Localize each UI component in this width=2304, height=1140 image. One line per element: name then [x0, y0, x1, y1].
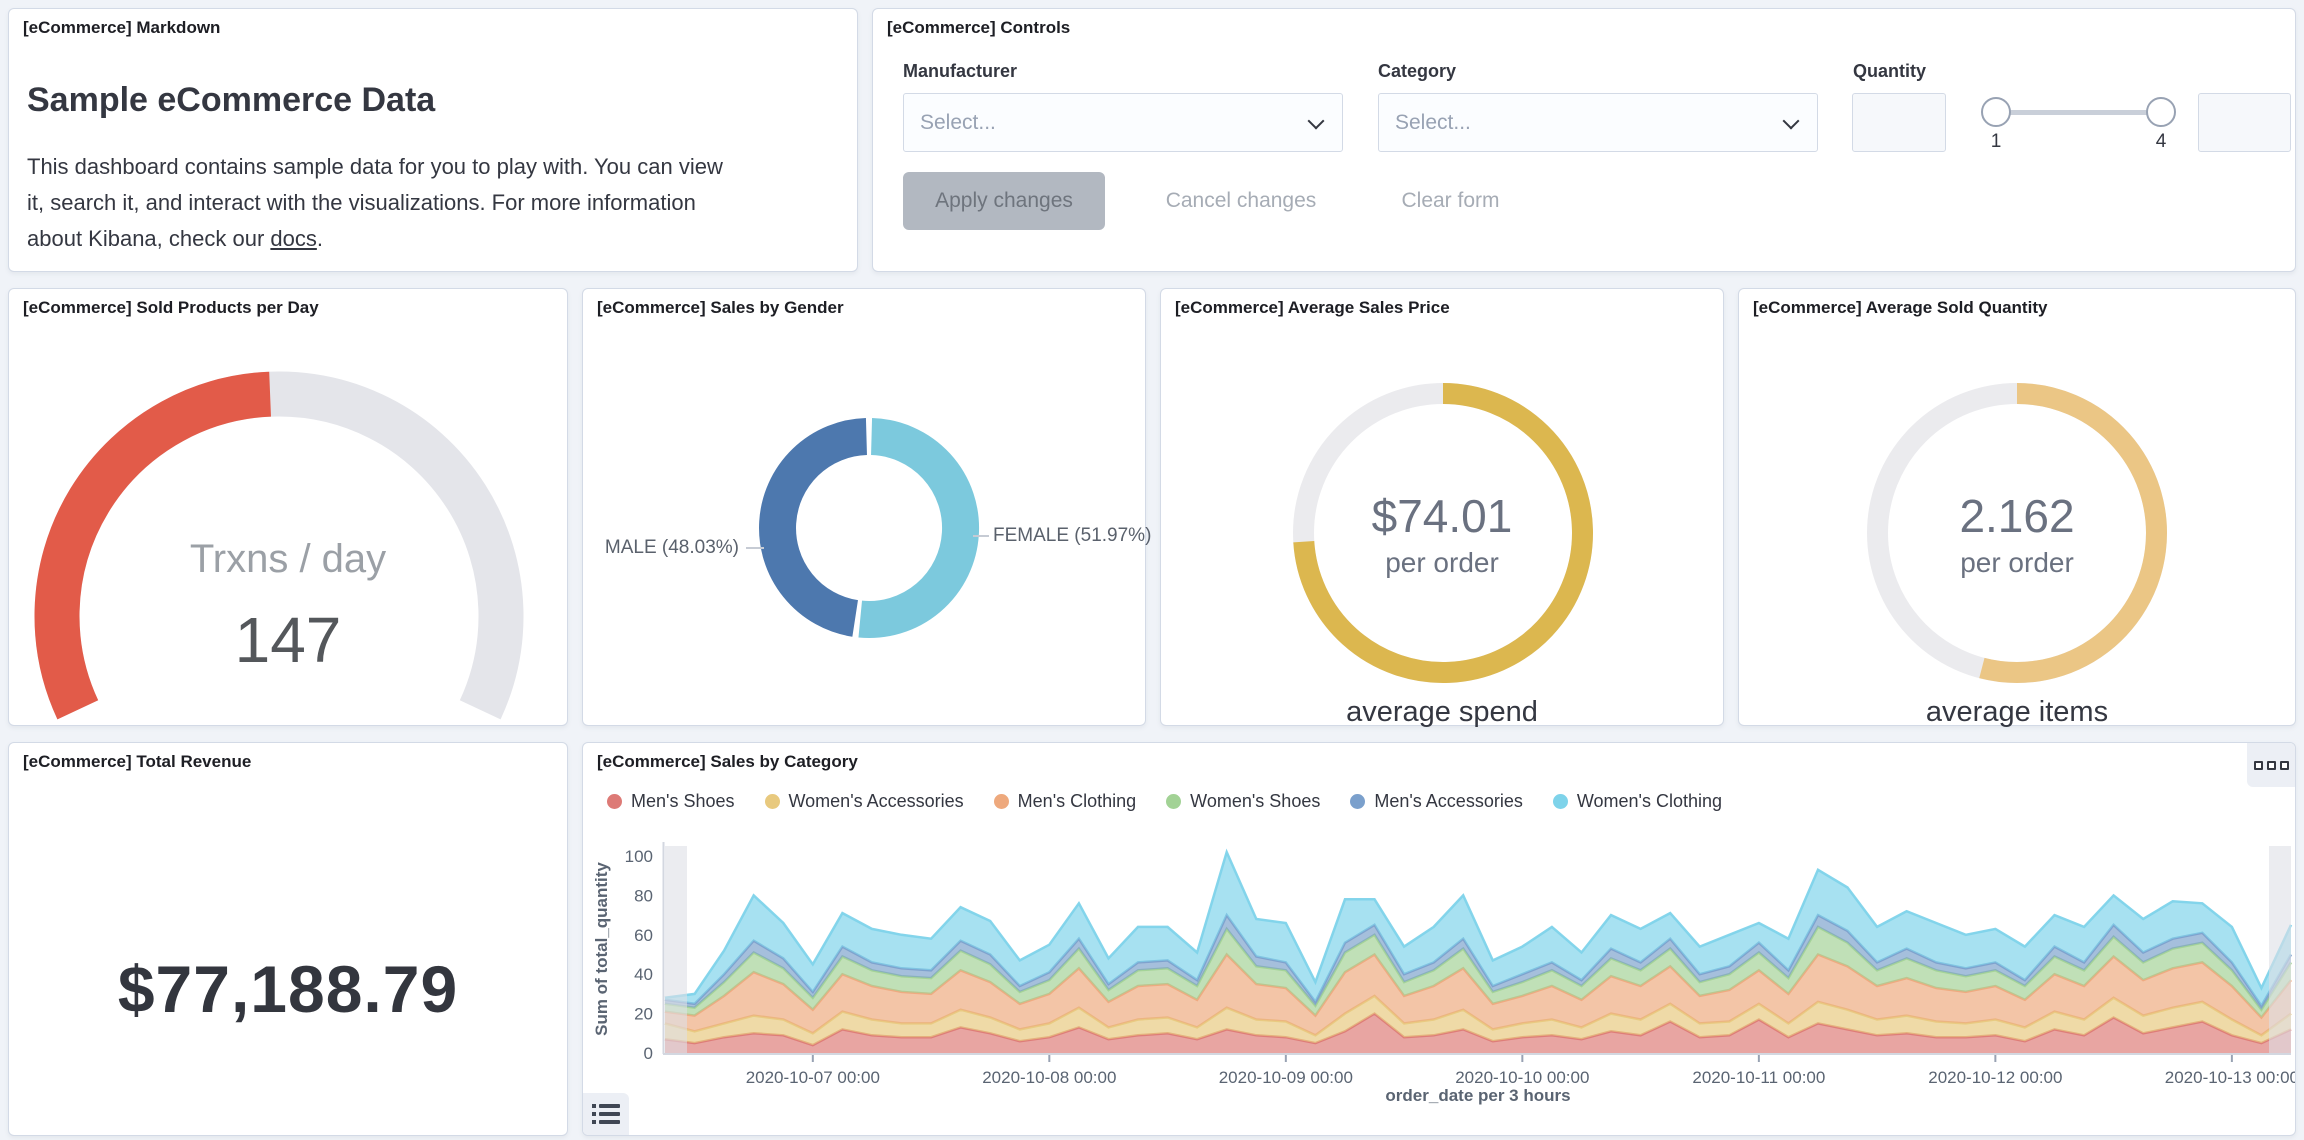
- slider-min-label: 1: [1990, 131, 2002, 152]
- markdown-heading: Sample eCommerce Data: [27, 81, 436, 119]
- panel-title: [eCommerce] Controls: [887, 18, 1071, 37]
- markdown-line-text: about Kibana, check our: [27, 226, 271, 251]
- svg-text:40: 40: [634, 965, 653, 984]
- svg-text:2020-10-13 00:00: 2020-10-13 00:00: [2165, 1068, 2295, 1087]
- metric-caption: average spend: [1346, 696, 1538, 728]
- svg-text:100: 100: [625, 847, 653, 866]
- dashboard: [eCommerce] Markdown Sample eCommerce Da…: [0, 0, 2304, 1140]
- pie-label-female: FEMALE (51.97%): [993, 525, 1152, 546]
- chevron-down-icon: [1307, 112, 1325, 130]
- donut-chart: [759, 418, 980, 638]
- metric-value: 2.162: [1959, 490, 2075, 542]
- slider-handle-min[interactable]: [1981, 97, 2011, 127]
- list-icon: [592, 1104, 620, 1108]
- panel-average-sold-quantity: [eCommerce] Average Sold Quantity 2.162 …: [1738, 288, 2296, 728]
- category-placeholder: Select...: [1395, 111, 1471, 134]
- panel-average-sales-price: [eCommerce] Average Sales Price $74.01 p…: [1160, 288, 1724, 728]
- panel-markdown: [eCommerce] Markdown Sample eCommerce Da…: [8, 8, 858, 272]
- svg-text:2020-10-12 00:00: 2020-10-12 00:00: [1928, 1068, 2062, 1087]
- svg-text:2020-10-10 00:00: 2020-10-10 00:00: [1455, 1068, 1589, 1087]
- markdown-line: This dashboard contains sample data for …: [27, 154, 723, 179]
- markdown-body: This dashboard contains sample data for …: [27, 149, 723, 257]
- clear-form-button[interactable]: Clear form: [1368, 172, 1533, 230]
- panel-total-revenue: [eCommerce] Total Revenue $77,188.79: [8, 742, 568, 1136]
- panel-title: [eCommerce] Total Revenue: [23, 752, 252, 771]
- revenue-value: $77,188.79: [117, 952, 459, 1026]
- panel-sales-by-gender: [eCommerce] Sales by Gender MALE (48.03%…: [582, 288, 1151, 726]
- apply-changes-button[interactable]: Apply changes: [903, 172, 1105, 230]
- quantity-label: Quantity: [1853, 61, 1927, 81]
- svg-text:2020-10-11 00:00: 2020-10-11 00:00: [1692, 1068, 1825, 1087]
- stacked-area-chart: 0 20 40 60 80 100 2020-10-07 00:00 2020-10-08 0…: [592, 842, 2295, 1087]
- svg-text:80: 80: [634, 886, 653, 905]
- manufacturer-select[interactable]: Select...: [903, 93, 1343, 152]
- category-label: Category: [1378, 61, 1457, 81]
- panel-title: [eCommerce] Sold Products per Day: [23, 298, 319, 317]
- category-select[interactable]: Select...: [1378, 93, 1818, 152]
- quantity-max-input[interactable]: [2198, 93, 2291, 152]
- quantity-range-slider: 1 4: [1979, 93, 2179, 155]
- svg-text:2020-10-08 00:00: 2020-10-08 00:00: [982, 1068, 1116, 1087]
- markdown-line: it, search it, and interact with the vis…: [27, 190, 696, 215]
- panel-controls: [eCommerce] Controls Manufacturer Select…: [872, 8, 2296, 272]
- metric-sub-label: per order: [1960, 547, 2074, 578]
- manufacturer-placeholder: Select...: [920, 111, 996, 134]
- slider-handle-max[interactable]: [2146, 97, 2176, 127]
- quantity-min-input[interactable]: [1852, 93, 1946, 152]
- gauge-value: 147: [234, 604, 342, 676]
- pie-leader-line: [746, 547, 764, 549]
- chevron-down-icon: [1782, 112, 1800, 130]
- metric-sub-label: per order: [1385, 547, 1499, 578]
- svg-text:2020-10-07 00:00: 2020-10-07 00:00: [746, 1068, 880, 1087]
- pie-label-male: MALE (48.03%): [604, 537, 739, 558]
- pie-leader-line: [973, 535, 989, 537]
- svg-text:0: 0: [644, 1044, 653, 1063]
- svg-text:Sum of total_quantity: Sum of total_quantity: [592, 862, 611, 1036]
- slider-track: [1996, 110, 2161, 115]
- slider-max-label: 4: [2155, 131, 2167, 152]
- x-axis-title: order_date per 3 hours: [1385, 1086, 1571, 1105]
- svg-text:60: 60: [634, 926, 653, 945]
- panel-sold-products-per-day: [eCommerce] Sold Products per Day Trxns …: [8, 288, 568, 726]
- metric-caption: average items: [1925, 696, 2109, 728]
- gauge-label: Trxns / day: [189, 537, 387, 581]
- legend-toggle-button[interactable]: [583, 1093, 629, 1135]
- cancel-changes-button[interactable]: Cancel changes: [1131, 172, 1351, 230]
- markdown-period: .: [316, 226, 323, 251]
- metric-value: $74.01: [1371, 490, 1513, 542]
- svg-text:20: 20: [634, 1005, 653, 1024]
- docs-link[interactable]: docs: [270, 226, 316, 251]
- markdown-line: about Kibana, check our docs.: [27, 221, 723, 257]
- panel-sales-by-category: [eCommerce] Sales by Category Men's Shoe…: [582, 742, 2296, 1136]
- panel-title: [eCommerce] Markdown: [23, 18, 221, 37]
- svg-text:2020-10-09 00:00: 2020-10-09 00:00: [1219, 1068, 1353, 1087]
- manufacturer-label: Manufacturer: [903, 61, 1018, 81]
